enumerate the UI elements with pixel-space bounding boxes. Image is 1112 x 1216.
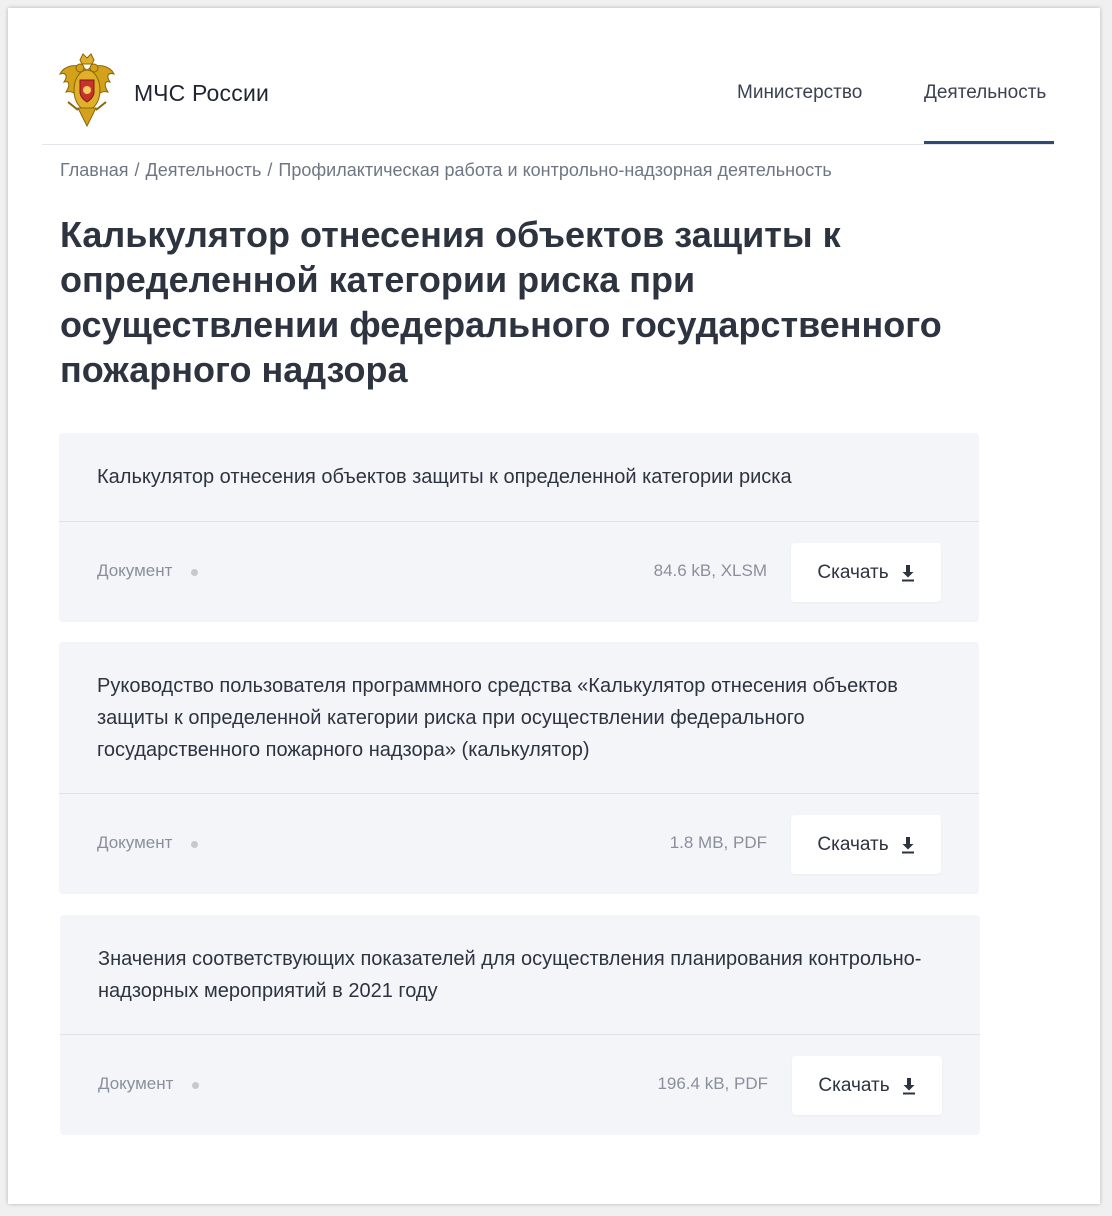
document-type: Документ [97,833,173,852]
mchs-emblem-icon[interactable] [58,52,116,128]
breadcrumb: Главная / Деятельность / Профилактическая ра… [60,160,832,181]
document-footer: Документ 196.4 kB, PDF Скачать [60,1035,980,1135]
document-title: Руководство пользователя программного ср… [59,642,979,794]
document-type-dot [192,1082,199,1089]
document-footer: Документ 84.6 kB, XLSM Скачать [59,522,979,622]
download-button[interactable]: Скачать [791,543,941,602]
breadcrumb-item-current: Профилактическая работа и контрольно-над… [278,160,832,180]
nav-active-indicator [924,141,1054,144]
breadcrumb-separator: / [267,160,273,180]
breadcrumb-item-home[interactable]: Главная [60,160,129,180]
document-card: Руководство пользователя программного ср… [59,642,979,894]
site-header: МЧС России Министерство Деятельность [42,40,1054,145]
nav-item-activity[interactable]: Деятельность [924,82,1046,104]
document-title: Калькулятор отнесения объектов защиты к … [59,433,979,522]
breadcrumb-item-activity[interactable]: Деятельность [146,160,262,180]
document-card: Калькулятор отнесения объектов защиты к … [59,433,979,622]
nav-item-ministry[interactable]: Министерство [737,82,862,104]
page-title: Калькулятор отнесения объектов защиты к … [60,214,942,390]
download-button-label: Скачать [817,833,889,855]
download-arrow-icon [901,836,915,854]
download-button[interactable]: Скачать [792,1056,942,1115]
download-button-label: Скачать [818,1074,890,1096]
document-type: Документ [97,561,173,580]
download-arrow-icon [902,1077,916,1095]
file-info: 84.6 kB, XLSM [653,561,767,580]
document-type-dot [191,841,198,848]
download-button[interactable]: Скачать [791,815,941,874]
document-type: Документ [98,1074,174,1093]
document-title: Значения соответствующих показателей для… [60,915,980,1035]
logo-text[interactable]: МЧС России [134,80,269,107]
file-info: 1.8 MB, PDF [669,833,767,852]
document-footer: Документ 1.8 MB, PDF Скачать [59,794,979,894]
download-button-label: Скачать [817,561,889,583]
document-card: Значения соответствующих показателей для… [60,915,980,1135]
breadcrumb-separator: / [134,160,140,180]
file-info: 196.4 kB, PDF [657,1074,768,1093]
document-type-dot [191,569,198,576]
download-arrow-icon [901,564,915,582]
